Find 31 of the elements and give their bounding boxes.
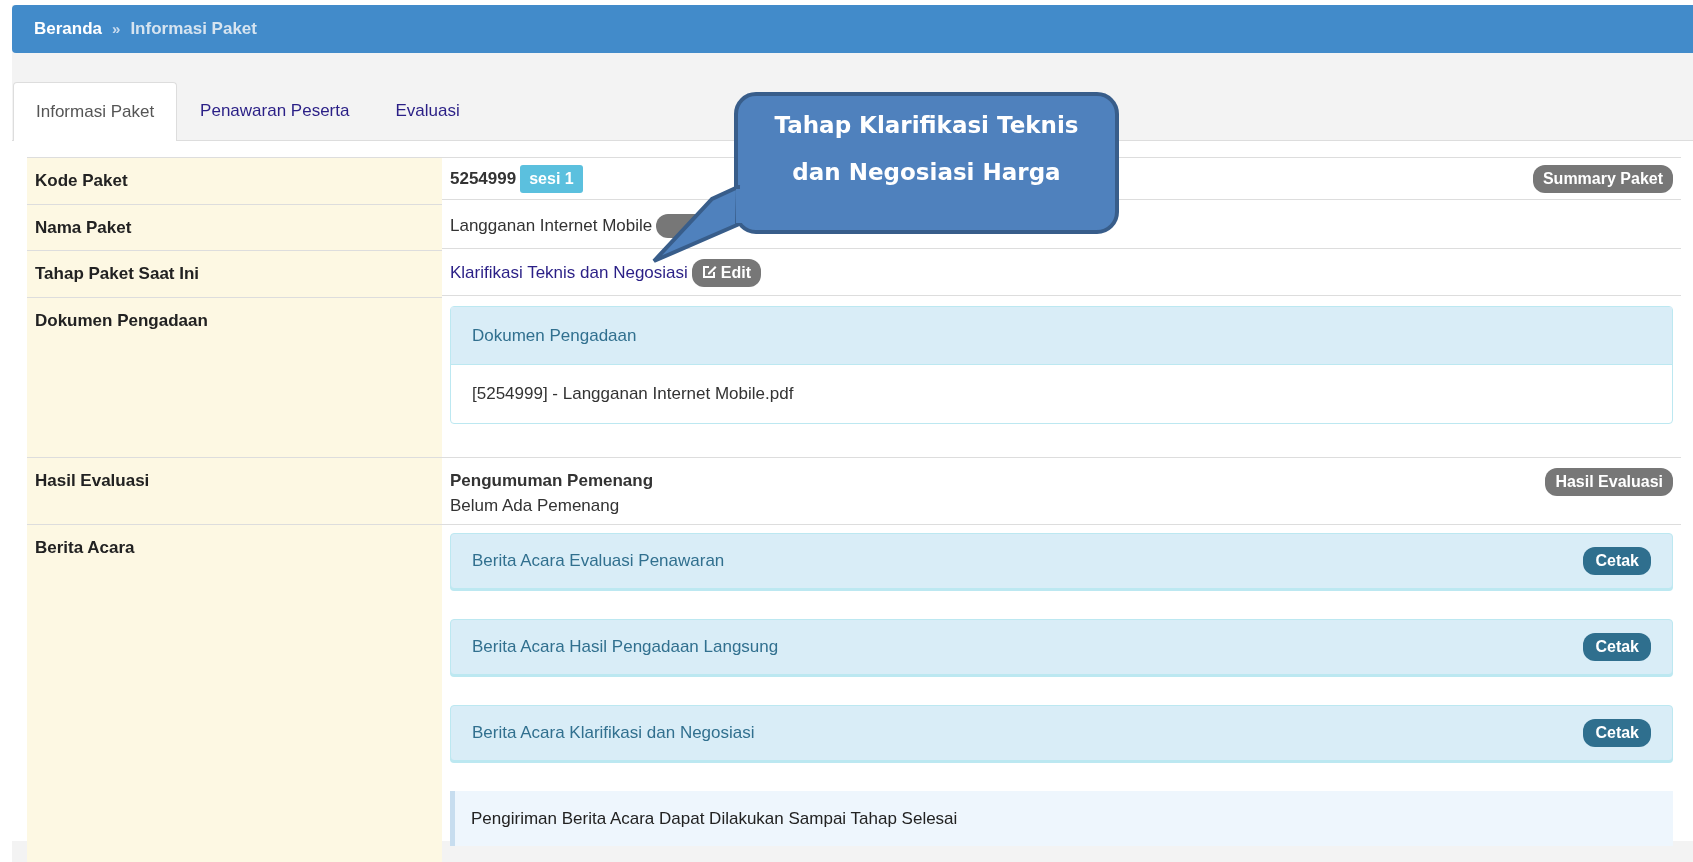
tab[interactable]: Informasi Paket <box>13 81 178 141</box>
document-file[interactable]: [5254999] - Langganan Internet Mobile.pdf <box>472 381 1651 407</box>
evaluation-button[interactable]: Hasil Evaluasi <box>1545 467 1673 496</box>
print-button[interactable]: Cetak <box>1583 632 1651 661</box>
report-title: Berita Acara Evaluasi Penawaran <box>472 549 725 572</box>
print-button[interactable]: Cetak <box>1583 546 1651 575</box>
info-note: Pengiriman Berita Acara Dapat Dilakukan Sampai Tahap Selesai <box>450 790 1673 846</box>
row-label: Berita Acara <box>27 524 442 862</box>
summary-button[interactable]: Summary Paket <box>1532 164 1673 193</box>
report-title: Berita Acara Hasil Pengadaan Langsung <box>472 635 779 658</box>
package-code: 5254999 <box>450 167 517 190</box>
edit-button[interactable]: Edit <box>691 259 762 287</box>
tab[interactable]: Evaluasi <box>372 80 483 140</box>
result-value: Belum Ada Pemenang <box>450 495 621 517</box>
panel-title: Dokumen Pengadaan <box>451 306 1672 364</box>
tab[interactable]: Penawaran Peserta <box>177 80 373 140</box>
result-title: Pengumuman Pemenang <box>450 469 654 492</box>
stage-link[interactable]: Klarifikasi Teknis dan Negosiasi <box>450 260 688 286</box>
row-label: Nama Paket <box>27 204 442 251</box>
row-label: Dokumen Pengadaan <box>27 297 442 458</box>
print-button[interactable]: Cetak <box>1583 718 1651 747</box>
row-label: Hasil Evaluasi <box>27 457 442 525</box>
package-name: Langganan Internet Mobile <box>450 215 653 238</box>
breadcrumb-separator: » <box>112 18 121 39</box>
callout-bubble: Tahap Klarifikasi Teknis dan Negosiasi Harga <box>734 92 1119 234</box>
report-title: Berita Acara Klarifikasi dan Negosiasi <box>472 721 755 744</box>
edit-icon <box>701 265 717 279</box>
row-label: Tahap Paket Saat Ini <box>27 251 442 298</box>
row-label: Kode Paket <box>27 158 442 205</box>
session-badge: sesi 1 <box>520 164 583 193</box>
breadcrumb-link[interactable]: Beranda <box>34 16 103 42</box>
